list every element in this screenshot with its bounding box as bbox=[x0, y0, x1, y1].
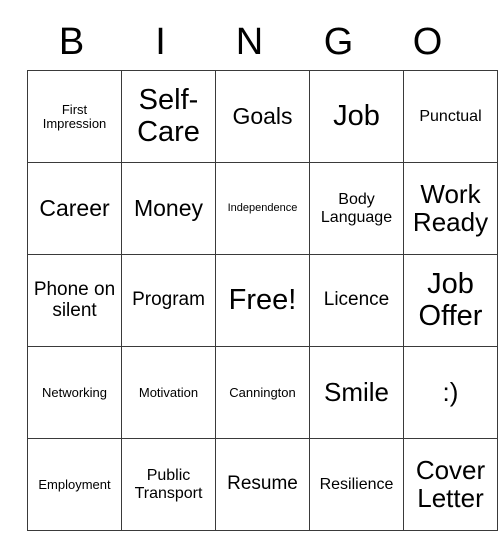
bingo-cell-label: First Impression bbox=[42, 101, 107, 131]
bingo-cell[interactable]: Phone on silent bbox=[27, 254, 122, 347]
bingo-cell[interactable]: First Impression bbox=[27, 70, 122, 163]
bingo-cell-label: Work Ready bbox=[412, 178, 489, 237]
bingo-cell[interactable]: Resume bbox=[215, 438, 310, 531]
bingo-header-row: B I N G O bbox=[27, 14, 472, 70]
bingo-header-letter-o: O bbox=[412, 21, 443, 63]
bingo-header-letter-b: B bbox=[58, 21, 85, 63]
bingo-cell[interactable]: :) bbox=[403, 346, 498, 439]
bingo-cell[interactable]: Licence bbox=[309, 254, 404, 347]
bingo-header-letter-g: G bbox=[323, 21, 354, 63]
bingo-cell[interactable]: Career bbox=[27, 162, 122, 255]
bingo-cell[interactable]: Networking bbox=[27, 346, 122, 439]
bingo-cell-label: Networking bbox=[41, 384, 108, 400]
bingo-header-letter-n: N bbox=[235, 21, 264, 63]
bingo-cell-label: Career bbox=[39, 195, 110, 222]
bingo-cell-label: Phone on silent bbox=[33, 279, 116, 321]
bingo-cell-label: Motivation bbox=[138, 384, 199, 400]
bingo-cell[interactable]: Program bbox=[121, 254, 216, 347]
bingo-grid: First Impression Self-Care Goals Job Pun… bbox=[27, 70, 498, 531]
bingo-cell-label: Employment bbox=[38, 476, 111, 492]
bingo-cell-label: Licence bbox=[323, 289, 390, 311]
bingo-cell-label: :) bbox=[442, 376, 459, 407]
bingo-cell[interactable]: Punctual bbox=[403, 70, 498, 163]
bingo-cell-label: Money bbox=[133, 195, 204, 222]
bingo-cell-label: Body Language bbox=[320, 191, 393, 226]
bingo-cell[interactable]: Self-Care bbox=[121, 70, 216, 163]
bingo-row: First Impression Self-Care Goals Job Pun… bbox=[27, 70, 498, 163]
bingo-cell-label: Punctual bbox=[419, 107, 482, 125]
bingo-row: Career Money Independence Body Language … bbox=[27, 162, 498, 255]
bingo-cell[interactable]: Body Language bbox=[309, 162, 404, 255]
bingo-cell-label: Independence bbox=[227, 201, 298, 214]
bingo-cell[interactable]: Public Transport bbox=[121, 438, 216, 531]
bingo-cell[interactable]: Money bbox=[121, 162, 216, 255]
bingo-cell-label: Public Transport bbox=[134, 467, 203, 502]
bingo-cell[interactable]: Goals bbox=[215, 70, 310, 163]
bingo-cell-label: Smile bbox=[323, 376, 389, 407]
bingo-cell[interactable]: Cannington bbox=[215, 346, 310, 439]
bingo-cell-label: Cover Letter bbox=[415, 454, 486, 513]
bingo-cell[interactable]: Job Offer bbox=[403, 254, 498, 347]
bingo-row: Employment Public Transport Resume Resil… bbox=[27, 438, 498, 531]
bingo-cell-label: Free! bbox=[228, 283, 297, 316]
bingo-cell[interactable]: Job bbox=[309, 70, 404, 163]
bingo-row: Phone on silent Program Free! Licence Jo… bbox=[27, 254, 498, 347]
bingo-cell[interactable]: Independence bbox=[215, 162, 310, 255]
bingo-cell[interactable]: Employment bbox=[27, 438, 122, 531]
bingo-cell-label: Program bbox=[132, 289, 205, 311]
bingo-cell[interactable]: Motivation bbox=[121, 346, 216, 439]
bingo-cell[interactable]: Cover Letter bbox=[403, 438, 498, 531]
bingo-cell-free[interactable]: Free! bbox=[215, 254, 310, 347]
bingo-cell[interactable]: Smile bbox=[309, 346, 404, 439]
bingo-cell-label: Goals bbox=[232, 103, 293, 130]
bingo-cell-label: Resilience bbox=[319, 475, 394, 493]
bingo-header-letter-i: I bbox=[155, 21, 166, 63]
bingo-cell-label: Job Offer bbox=[418, 268, 483, 332]
bingo-row: Networking Motivation Cannington Smile :… bbox=[27, 346, 498, 439]
bingo-cell-label: Self-Care bbox=[137, 84, 200, 148]
bingo-cell-label: Resume bbox=[227, 473, 298, 495]
bingo-cell[interactable]: Resilience bbox=[309, 438, 404, 531]
bingo-cell[interactable]: Work Ready bbox=[403, 162, 498, 255]
bingo-card: B I N G O First Impression Self-Care Goa… bbox=[27, 14, 498, 531]
bingo-cell-label: Job bbox=[333, 99, 380, 132]
bingo-cell-label: Cannington bbox=[229, 384, 296, 400]
